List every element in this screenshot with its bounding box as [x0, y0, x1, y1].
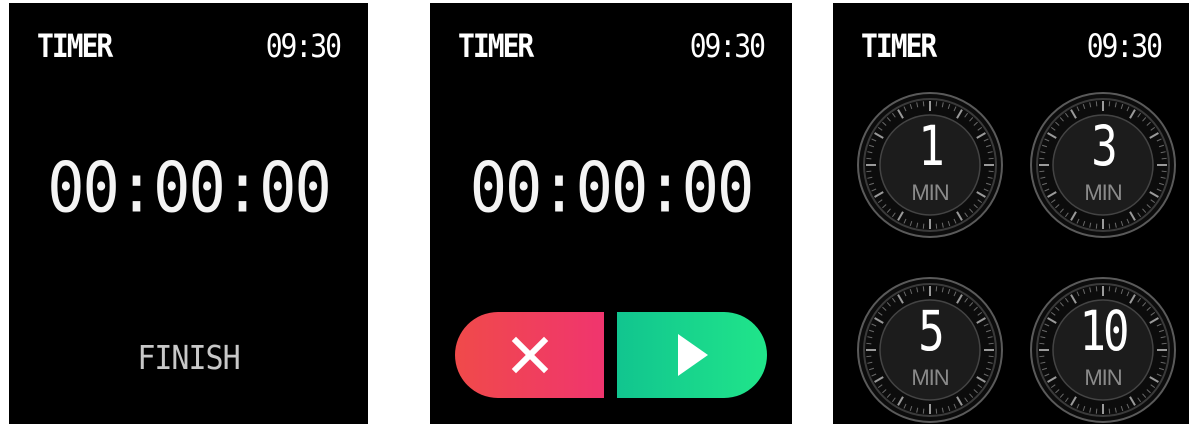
- preset-unit: MIN: [1084, 365, 1122, 390]
- timer-display: 00:00:00: [469, 146, 755, 229]
- preset-value: 10: [1079, 300, 1130, 364]
- clock: 09:30: [689, 27, 766, 65]
- preset-1-min-button[interactable]: 1 MIN: [856, 91, 1004, 239]
- preset-unit: MIN: [911, 180, 949, 205]
- close-icon: [511, 336, 548, 374]
- preset-5-min-button[interactable]: 5 MIN: [856, 276, 1004, 424]
- preset-value: 3: [1091, 115, 1118, 179]
- preset-10-min-button[interactable]: 10 MIN: [1029, 276, 1177, 424]
- screen-title: TIMER: [37, 27, 113, 65]
- play-icon: [678, 334, 708, 376]
- clock: 09:30: [1086, 27, 1163, 65]
- preset-unit: MIN: [1084, 180, 1122, 205]
- timer-screen-controls: TIMER 09:30 00:00:00: [430, 3, 792, 424]
- timer-screen-presets: TIMER 09:30 1 MIN 3 MIN 5 MIN 10 MIN: [833, 3, 1189, 424]
- timer-controls: [455, 312, 767, 398]
- start-button[interactable]: [617, 312, 767, 398]
- timer-screen-finished: TIMER 09:30 00:00:00 FINISH: [9, 3, 368, 424]
- screen-title: TIMER: [458, 27, 534, 65]
- timer-display: 00:00:00: [47, 146, 332, 229]
- preset-value: 5: [918, 300, 945, 364]
- finish-label: FINISH: [137, 339, 240, 378]
- clock: 09:30: [265, 27, 342, 65]
- preset-3-min-button[interactable]: 3 MIN: [1029, 91, 1177, 239]
- preset-value: 1: [918, 115, 945, 179]
- preset-unit: MIN: [911, 365, 949, 390]
- screen-title: TIMER: [861, 27, 937, 65]
- cancel-button[interactable]: [455, 312, 604, 398]
